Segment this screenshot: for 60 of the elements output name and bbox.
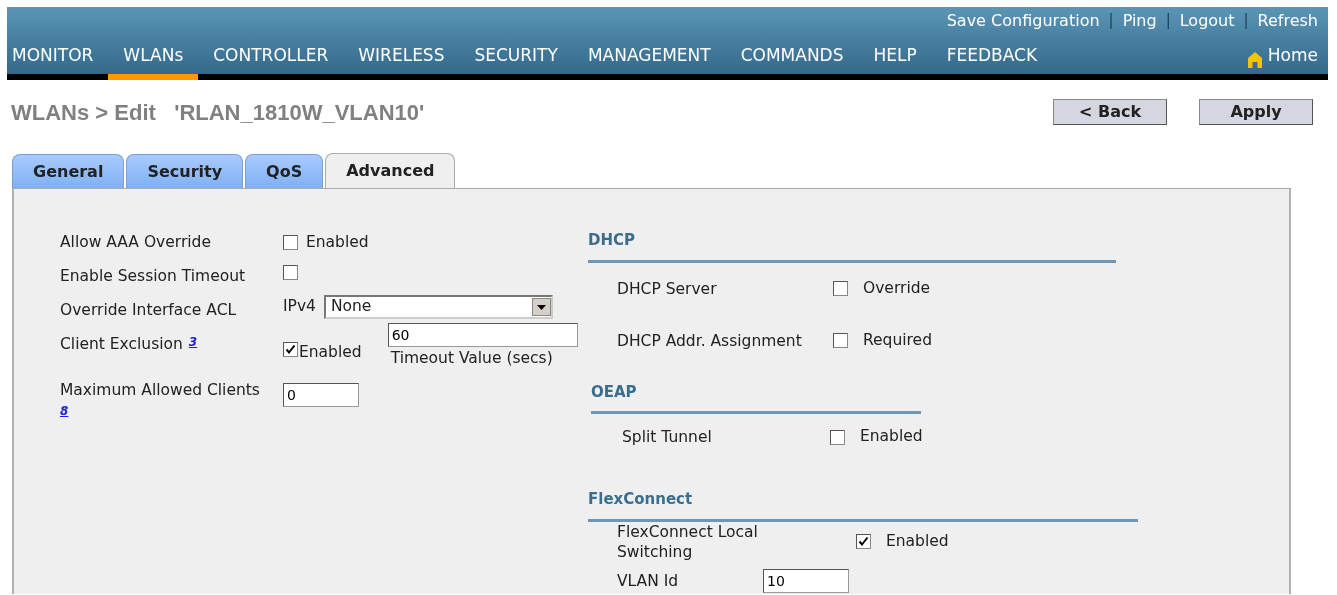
tab[interactable]: General bbox=[12, 154, 125, 188]
home-link[interactable]: Home bbox=[1247, 42, 1318, 74]
page-title: WLANs > Edit 'RLAN_1810W_VLAN10' bbox=[11, 98, 425, 127]
menu-item[interactable]: WIRELESS bbox=[343, 34, 460, 80]
option-label: Enabled bbox=[860, 426, 923, 448]
field-label: Split Tunnel bbox=[622, 427, 712, 447]
refresh-link[interactable]: Refresh bbox=[1257, 8, 1318, 33]
prefix-label: IPv4 bbox=[283, 296, 316, 318]
option-label: Enabled bbox=[306, 232, 369, 253]
section-title: DHCP bbox=[588, 229, 1116, 263]
checkbox[interactable] bbox=[833, 281, 848, 296]
footnote-link[interactable]: 8 bbox=[60, 402, 283, 421]
timeout-field[interactable]: 60 bbox=[387, 323, 578, 347]
home-icon bbox=[1247, 52, 1262, 68]
menu-item[interactable]: COMMANDS bbox=[725, 34, 859, 80]
apply-button[interactable]: Apply bbox=[1199, 99, 1313, 125]
back-button[interactable]: < Back bbox=[1053, 99, 1167, 125]
acl-dropdown[interactable]: None bbox=[323, 295, 553, 319]
option-label: Enabled bbox=[886, 530, 949, 552]
checkbox[interactable] bbox=[283, 265, 298, 280]
field-caption: Timeout Value (secs) bbox=[390, 348, 554, 369]
checkbox[interactable] bbox=[830, 429, 845, 445]
separator: | bbox=[1165, 10, 1171, 32]
menu-item[interactable]: HELP bbox=[858, 34, 932, 80]
checkbox[interactable] bbox=[833, 333, 848, 348]
field-label: Override Interface ACL bbox=[60, 301, 237, 319]
separator: | bbox=[1108, 10, 1114, 32]
section-title: FlexConnect bbox=[588, 488, 1138, 522]
tab[interactable]: QoS bbox=[245, 154, 324, 188]
field-label: Allow AAA Override bbox=[60, 233, 211, 251]
field-label: Maximum Allowed Clients bbox=[60, 381, 260, 399]
menu-item[interactable]: WLANs bbox=[108, 34, 199, 80]
tab[interactable]: Advanced bbox=[325, 153, 456, 188]
checkbox[interactable] bbox=[856, 534, 871, 549]
option-label: Required bbox=[863, 329, 932, 351]
field-label: DHCP Addr. Assignment bbox=[617, 330, 802, 351]
field-label: Enable Session Timeout bbox=[60, 267, 246, 285]
option-label: Override bbox=[863, 277, 931, 299]
footnote-link[interactable]: 3 bbox=[188, 335, 198, 349]
menu-item[interactable]: MONITOR bbox=[0, 34, 109, 80]
menu-item[interactable]: MANAGEMENT bbox=[572, 34, 726, 80]
caret-icon bbox=[536, 304, 546, 310]
option-label: Enabled bbox=[299, 342, 362, 363]
ping-link[interactable]: Ping bbox=[1122, 8, 1157, 33]
clients-field[interactable]: 0 bbox=[283, 383, 359, 407]
menu-item[interactable]: SECURITY bbox=[459, 34, 573, 80]
menu-item[interactable]: FEEDBACK bbox=[931, 34, 1053, 80]
separator: | bbox=[1243, 10, 1249, 32]
field-label: Client Exclusion bbox=[60, 335, 183, 353]
checkbox[interactable] bbox=[283, 235, 298, 251]
section-title: OEAP bbox=[591, 380, 921, 414]
save-configuration-link[interactable]: Save Configuration bbox=[946, 8, 1100, 33]
menu-item[interactable]: CONTROLLER bbox=[198, 34, 344, 80]
tab[interactable]: Security bbox=[126, 154, 244, 188]
vlan-id-field[interactable]: 10 bbox=[763, 568, 849, 593]
logout-link[interactable]: Logout bbox=[1179, 8, 1235, 33]
checkbox[interactable] bbox=[283, 342, 298, 358]
field-label: DHCP Server bbox=[617, 278, 717, 299]
field-label: FlexConnect Local Switching bbox=[617, 521, 759, 562]
field-label: VLAN Id bbox=[617, 570, 679, 591]
